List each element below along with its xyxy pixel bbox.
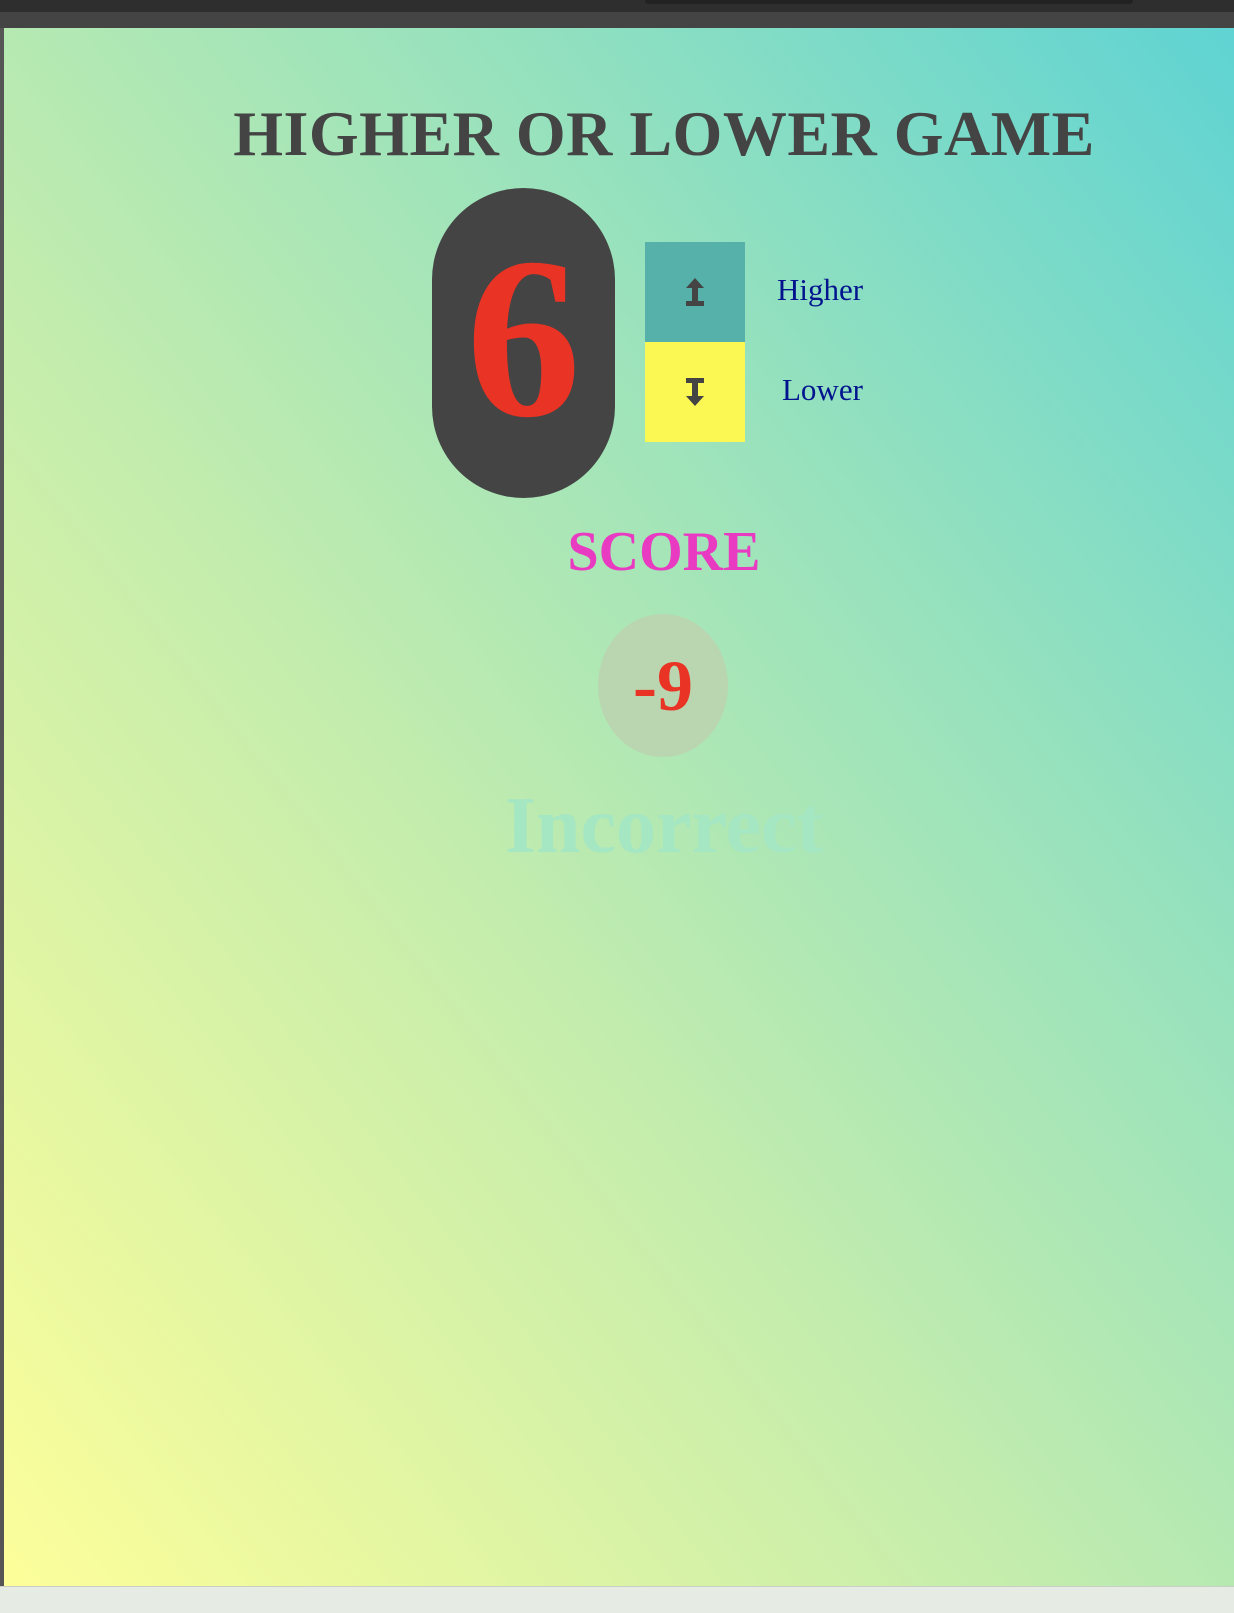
browser-chrome [0,0,1234,28]
higher-label[interactable]: Higher [777,272,863,308]
current-number: 6 [466,210,581,465]
game-page: HIGHER OR LOWER GAME 6 Higher Lower SCOR… [4,28,1234,1586]
score-value: -9 [633,645,693,726]
arrow-up-icon [686,278,704,306]
higher-button[interactable] [645,242,745,342]
game-title: HIGHER OR LOWER GAME [233,98,1095,169]
browser-address-bar[interactable] [645,0,1133,4]
score-heading: SCORE [567,521,761,583]
lower-label[interactable]: Lower [782,372,863,408]
score-display: -9 [598,614,728,757]
arrow-down-icon [686,378,704,406]
result-message: Incorrect [504,782,824,870]
browser-status-bar [0,1586,1234,1613]
current-number-display: 6 [432,188,615,498]
lower-button[interactable] [645,342,745,442]
